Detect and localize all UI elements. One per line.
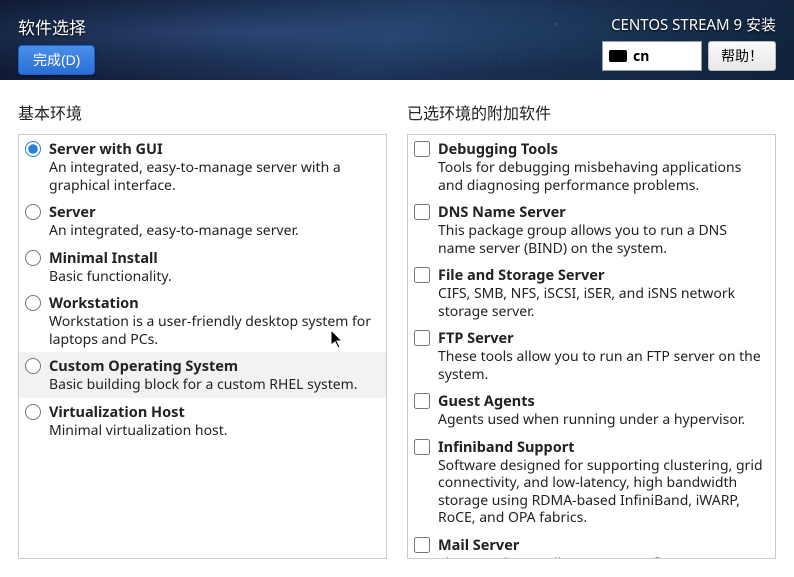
item-title: FTP Server: [438, 328, 767, 348]
addon-checkbox[interactable]: [414, 141, 430, 157]
item-body: DNS Name ServerThis package group allows…: [438, 202, 767, 257]
item-body: Minimal InstallBasic functionality.: [49, 248, 378, 286]
env-radio[interactable]: [25, 295, 41, 311]
addon-item-0[interactable]: Debugging ToolsTools for debugging misbe…: [408, 135, 775, 198]
item-body: FTP ServerThese tools allow you to run a…: [438, 328, 767, 383]
env-item-5[interactable]: Virtualization HostMinimal virtualizatio…: [19, 398, 386, 444]
item-body: File and Storage ServerCIFS, SMB, NFS, i…: [438, 265, 767, 320]
distribution-label: CENTOS STREAM 9 安装: [611, 14, 776, 35]
item-desc: Workstation is a user-friendly desktop s…: [49, 313, 378, 348]
help-button[interactable]: 帮助！: [708, 41, 776, 71]
item-body: Guest AgentsAgents used when running und…: [438, 391, 767, 429]
addon-checkbox[interactable]: [414, 267, 430, 283]
item-desc: Software designed for supporting cluster…: [438, 457, 767, 527]
item-title: Server with GUI: [49, 139, 378, 159]
base-env-column: 基本环境 Server with GUIAn integrated, easy-…: [18, 100, 387, 559]
addon-checkbox[interactable]: [414, 439, 430, 455]
addon-checkbox[interactable]: [414, 537, 430, 553]
addon-item-4[interactable]: Guest AgentsAgents used when running und…: [408, 387, 775, 433]
env-item-4[interactable]: Custom Operating SystemBasic building bl…: [19, 352, 386, 398]
env-radio[interactable]: [25, 404, 41, 420]
addon-checkbox[interactable]: [414, 330, 430, 346]
item-title: Debugging Tools: [438, 139, 767, 159]
addon-item-3[interactable]: FTP ServerThese tools allow you to run a…: [408, 324, 775, 387]
item-desc: CIFS, SMB, NFS, iSCSI, iSER, and iSNS ne…: [438, 285, 767, 320]
item-desc: Tools for debugging misbehaving applicat…: [438, 159, 767, 194]
item-title: File and Storage Server: [438, 265, 767, 285]
env-item-1[interactable]: ServerAn integrated, easy-to-manage serv…: [19, 198, 386, 244]
page-title: 软件选择: [18, 14, 86, 39]
header-bar: 软件选择 完成(D) CENTOS STREAM 9 安装 cn 帮助！: [0, 0, 794, 80]
item-body: ServerAn integrated, easy-to-manage serv…: [49, 202, 378, 240]
item-body: Infiniband SupportSoftware designed for …: [438, 437, 767, 527]
item-title: Server: [49, 202, 378, 222]
item-title: Virtualization Host: [49, 402, 378, 422]
keyboard-layout-label: cn: [633, 47, 649, 66]
item-desc: These tools allow you to run an FTP serv…: [438, 348, 767, 383]
env-item-0[interactable]: Server with GUIAn integrated, easy-to-ma…: [19, 135, 386, 198]
content-area: 基本环境 Server with GUIAn integrated, easy-…: [0, 80, 794, 577]
base-env-list[interactable]: Server with GUIAn integrated, easy-to-ma…: [18, 134, 387, 559]
env-item-3[interactable]: WorkstationWorkstation is a user-friendl…: [19, 289, 386, 352]
item-desc: Agents used when running under a hypervi…: [438, 411, 767, 429]
item-desc: Basic building block for a custom RHEL s…: [49, 376, 378, 394]
item-desc: These packages allow you to configure an…: [438, 555, 767, 560]
item-body: Virtualization HostMinimal virtualizatio…: [49, 402, 378, 440]
item-desc: This package group allows you to run a D…: [438, 222, 767, 257]
keyboard-icon: [609, 50, 627, 62]
item-desc: Minimal virtualization host.: [49, 422, 378, 440]
item-title: Guest Agents: [438, 391, 767, 411]
addons-list[interactable]: Debugging ToolsTools for debugging misbe…: [407, 134, 776, 559]
env-radio[interactable]: [25, 358, 41, 374]
env-radio[interactable]: [25, 141, 41, 157]
item-title: Infiniband Support: [438, 437, 767, 457]
addon-checkbox[interactable]: [414, 204, 430, 220]
item-desc: An integrated, easy-to-manage server.: [49, 222, 378, 240]
env-item-2[interactable]: Minimal InstallBasic functionality.: [19, 244, 386, 290]
item-title: Mail Server: [438, 535, 767, 555]
addons-column: 已选环境的附加软件 Debugging ToolsTools for debug…: [407, 100, 776, 559]
addons-title: 已选环境的附加软件: [407, 100, 776, 124]
item-desc: Basic functionality.: [49, 268, 378, 286]
env-radio[interactable]: [25, 250, 41, 266]
keyboard-layout-button[interactable]: cn: [602, 41, 702, 71]
item-body: Debugging ToolsTools for debugging misbe…: [438, 139, 767, 194]
item-desc: An integrated, easy-to-manage server wit…: [49, 159, 378, 194]
item-title: Custom Operating System: [49, 356, 378, 376]
item-title: Workstation: [49, 293, 378, 313]
addon-item-1[interactable]: DNS Name ServerThis package group allows…: [408, 198, 775, 261]
item-body: WorkstationWorkstation is a user-friendl…: [49, 293, 378, 348]
item-body: Server with GUIAn integrated, easy-to-ma…: [49, 139, 378, 194]
done-button[interactable]: 完成(D): [18, 45, 95, 75]
addon-item-6[interactable]: Mail ServerThese packages allow you to c…: [408, 531, 775, 560]
base-env-title: 基本环境: [18, 100, 387, 124]
item-body: Mail ServerThese packages allow you to c…: [438, 535, 767, 560]
item-body: Custom Operating SystemBasic building bl…: [49, 356, 378, 394]
addon-item-2[interactable]: File and Storage ServerCIFS, SMB, NFS, i…: [408, 261, 775, 324]
item-title: Minimal Install: [49, 248, 378, 268]
env-radio[interactable]: [25, 204, 41, 220]
addon-checkbox[interactable]: [414, 393, 430, 409]
addon-item-5[interactable]: Infiniband SupportSoftware designed for …: [408, 433, 775, 531]
item-title: DNS Name Server: [438, 202, 767, 222]
